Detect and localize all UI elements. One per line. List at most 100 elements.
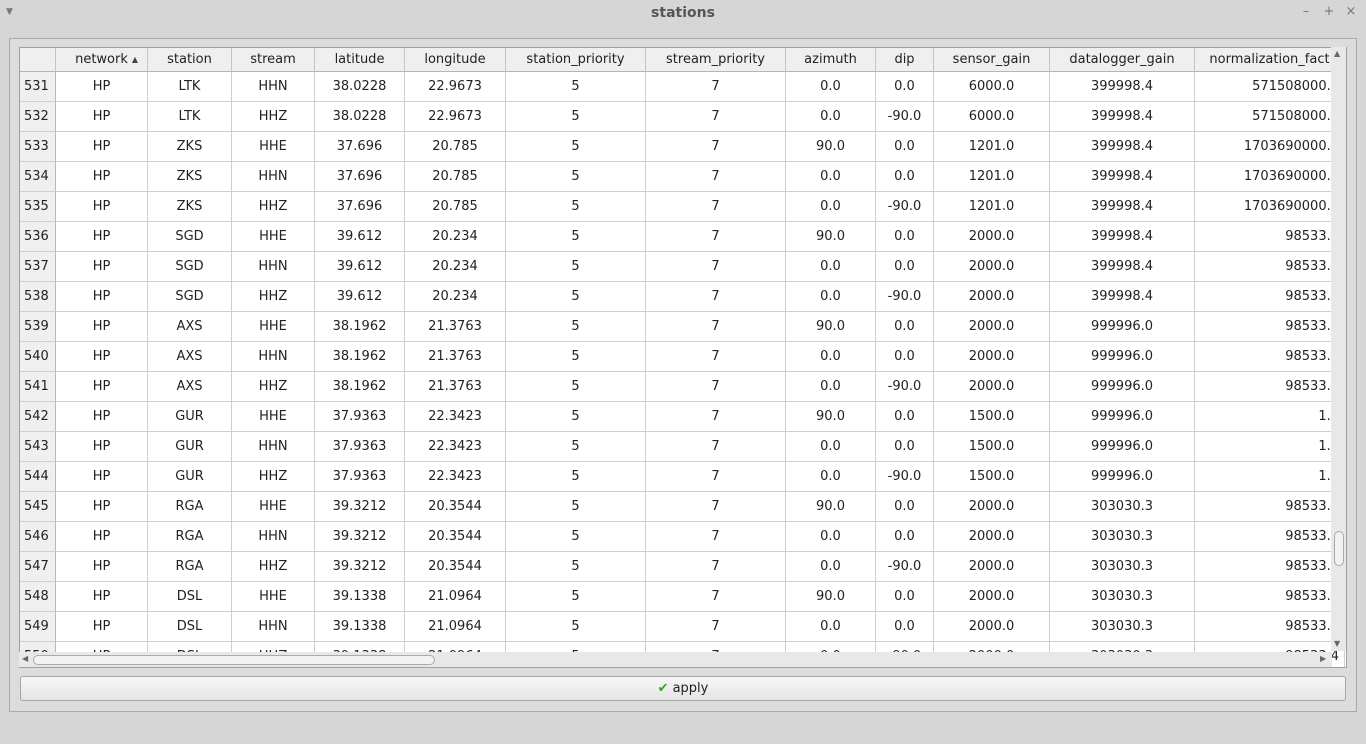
table-cell[interactable]: 5 [506,162,646,192]
table-cell[interactable]: HP [56,612,148,642]
close-icon[interactable]: × [1343,4,1359,20]
table-cell[interactable]: 571508000.0 [1195,102,1345,132]
table-cell[interactable]: 20.3544 [405,552,506,582]
table-cell[interactable]: 1703690000.0 [1195,132,1345,162]
row-number[interactable]: 535 [20,192,56,222]
table-cell[interactable]: HHE [232,132,315,162]
table-cell[interactable]: 20.234 [405,282,506,312]
table-cell[interactable]: 5 [506,192,646,222]
table-cell[interactable]: 22.3423 [405,462,506,492]
row-number[interactable]: 534 [20,162,56,192]
table-cell[interactable]: HP [56,72,148,102]
table-cell[interactable]: HP [56,492,148,522]
scroll-down-icon[interactable]: ▼ [1334,639,1340,648]
table-cell[interactable]: -90.0 [876,192,934,222]
table-cell[interactable]: 1201.0 [934,192,1050,222]
table-cell[interactable]: 0.0 [786,552,876,582]
table-cell[interactable]: 98533.4 [1195,252,1345,282]
table-cell[interactable]: 0.0 [786,252,876,282]
table-cell[interactable]: 39.612 [315,282,405,312]
table-cell[interactable]: HHE [232,312,315,342]
table-cell[interactable]: 38.0228 [315,102,405,132]
table-cell[interactable]: HHZ [232,462,315,492]
table-cell[interactable]: 7 [646,522,786,552]
table-cell[interactable]: 21.0964 [405,582,506,612]
table-cell[interactable]: 999996.0 [1050,432,1195,462]
table-cell[interactable]: 21.3763 [405,312,506,342]
table-cell[interactable]: 7 [646,462,786,492]
table-cell[interactable]: 5 [506,402,646,432]
table-cell[interactable]: 0.0 [876,132,934,162]
table-row[interactable]: 535 HP ZKS HHZ 37.696 20.785 5 7 0.0 -90.0 1201.0 3… [20,192,1345,222]
table-cell[interactable]: 90.0 [786,402,876,432]
table-cell[interactable]: 303030.3 [1050,552,1195,582]
table-cell[interactable]: HP [56,372,148,402]
table-cell[interactable]: 1500.0 [934,402,1050,432]
column-header-azimuth[interactable]: azimuth [786,48,876,72]
table-cell[interactable]: 5 [506,312,646,342]
table-cell[interactable]: 2000.0 [934,582,1050,612]
table-cell[interactable]: 0.0 [876,582,934,612]
table-cell[interactable]: 303030.3 [1050,612,1195,642]
table-cell[interactable]: HP [56,462,148,492]
table-cell[interactable]: 303030.3 [1050,522,1195,552]
table-cell[interactable]: 1.0 [1195,432,1345,462]
table-cell[interactable]: 0.0 [786,192,876,222]
column-header-datalogger-gain[interactable]: datalogger_gain [1050,48,1195,72]
table-cell[interactable]: 20.785 [405,192,506,222]
table-cell[interactable]: 7 [646,432,786,462]
table-cell[interactable]: HHN [232,612,315,642]
table-cell[interactable]: 0.0 [786,612,876,642]
table-cell[interactable]: LTK [148,72,232,102]
vertical-scroll-thumb[interactable] [1334,531,1344,566]
table-cell[interactable]: HP [56,132,148,162]
table-cell[interactable]: 37.696 [315,162,405,192]
table-cell[interactable]: 7 [646,282,786,312]
table-row[interactable]: 533 HP ZKS HHE 37.696 20.785 5 7 90.0 0.0 1201.0 39… [20,132,1345,162]
table-cell[interactable]: 98533.4 [1195,522,1345,552]
table-cell[interactable]: 98533.4 [1195,552,1345,582]
table-row[interactable]: 539 HP AXS HHE 38.1962 21.3763 5 7 90.0 0.0 2000.0… [20,312,1345,342]
table-cell[interactable]: 7 [646,342,786,372]
scroll-left-icon[interactable]: ◀ [22,654,28,663]
table-cell[interactable]: 0.0 [786,372,876,402]
table-cell[interactable]: 2000.0 [934,282,1050,312]
table-cell[interactable]: 0.0 [876,612,934,642]
table-cell[interactable]: 22.9673 [405,72,506,102]
table-row[interactable]: 547 HP RGA HHZ 39.3212 20.3544 5 7 0.0 -90.0 2000.… [20,552,1345,582]
table-cell[interactable]: 0.0 [876,312,934,342]
table-cell[interactable]: 6000.0 [934,102,1050,132]
table-cell[interactable]: 1201.0 [934,132,1050,162]
table-cell[interactable]: 399998.4 [1050,72,1195,102]
table-cell[interactable]: 1500.0 [934,462,1050,492]
table-cell[interactable]: 39.1338 [315,582,405,612]
table-cell[interactable]: HHZ [232,192,315,222]
row-number[interactable]: 549 [20,612,56,642]
table-cell[interactable]: HHN [232,432,315,462]
table-cell[interactable]: 999996.0 [1050,342,1195,372]
table-cell[interactable]: 37.9363 [315,462,405,492]
table-cell[interactable]: HHN [232,162,315,192]
table-cell[interactable]: HHZ [232,282,315,312]
row-number[interactable]: 540 [20,342,56,372]
table-row[interactable]: 532 HP LTK HHZ 38.0228 22.9673 5 7 0.0 -90.0 6000.… [20,102,1345,132]
table-cell[interactable]: HHE [232,222,315,252]
table-cell[interactable]: 1.0 [1195,462,1345,492]
table-cell[interactable]: 5 [506,462,646,492]
table-cell[interactable]: 303030.3 [1050,582,1195,612]
table-cell[interactable]: 0.0 [876,222,934,252]
table-cell[interactable]: 571508000.0 [1195,72,1345,102]
table-cell[interactable]: 999996.0 [1050,402,1195,432]
table-cell[interactable]: 0.0 [876,432,934,462]
table-cell[interactable]: ZKS [148,162,232,192]
table-cell[interactable]: 303030.3 [1050,492,1195,522]
table-cell[interactable]: 90.0 [786,312,876,342]
column-header-stream[interactable]: stream [232,48,315,72]
table-cell[interactable]: 2000.0 [934,222,1050,252]
table-cell[interactable]: 7 [646,582,786,612]
table-cell[interactable]: AXS [148,342,232,372]
table-cell[interactable]: 399998.4 [1050,222,1195,252]
table-cell[interactable]: 98533.4 [1195,222,1345,252]
table-cell[interactable]: HHZ [232,552,315,582]
table-cell[interactable]: 1201.0 [934,162,1050,192]
